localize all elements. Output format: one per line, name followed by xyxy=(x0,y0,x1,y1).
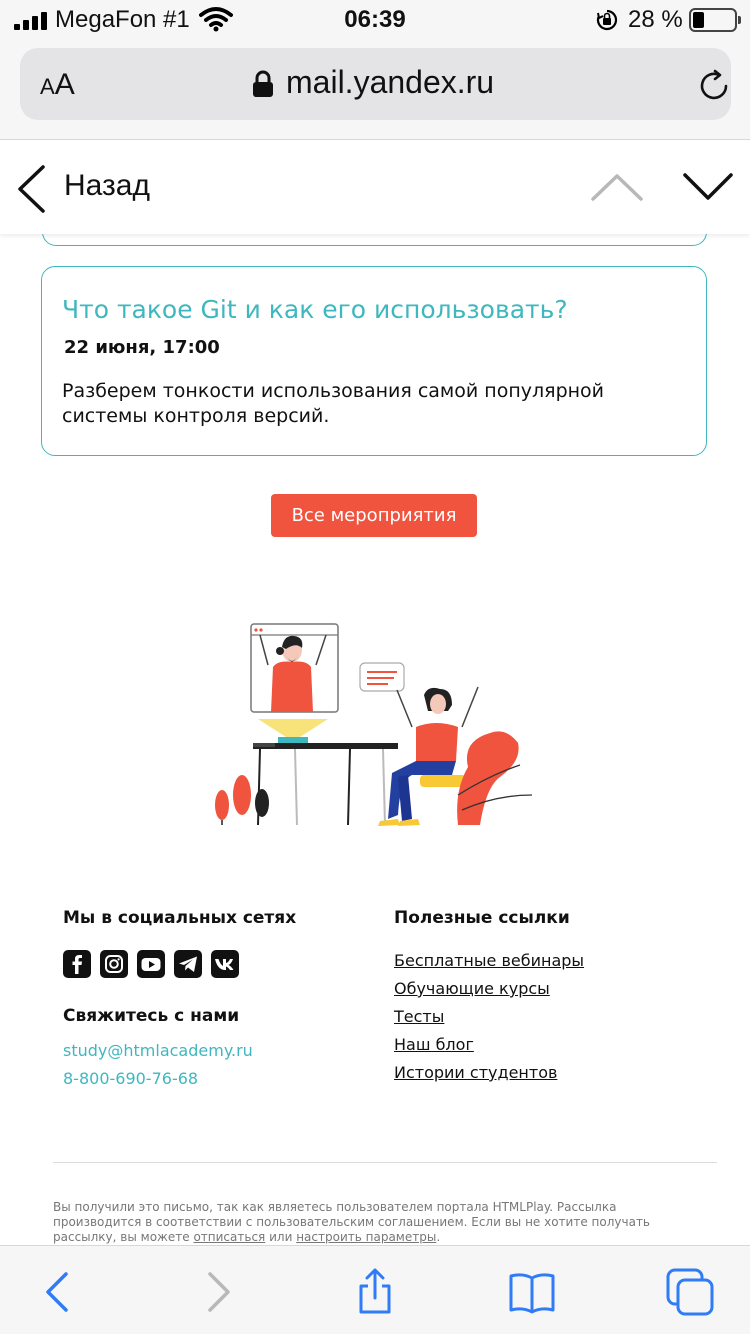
event-title[interactable]: Что такое Git и как его использовать? xyxy=(62,295,568,324)
contact-phone-link[interactable]: 8-800-690-76-68 xyxy=(63,1069,198,1088)
contact-email-link[interactable]: study@htmlacademy.ru xyxy=(63,1041,253,1060)
battery-percent: 28 % xyxy=(628,6,683,33)
legal-notice: Вы получили это письмо, так как являетес… xyxy=(53,1200,650,1244)
instagram-icon[interactable] xyxy=(100,950,128,978)
link-student-stories[interactable]: Истории студентов xyxy=(394,1063,557,1082)
reload-icon[interactable] xyxy=(696,68,732,104)
status-bar: MegaFon #1 06:39 28 % xyxy=(0,0,750,44)
browser-back-icon[interactable] xyxy=(34,1268,82,1316)
lock-icon xyxy=(253,70,273,97)
orientation-lock-icon xyxy=(596,9,618,31)
youtube-icon[interactable] xyxy=(137,950,165,978)
useful-links-heading: Полезные ссылки xyxy=(394,908,570,928)
footer-divider xyxy=(53,1162,717,1163)
settings-link[interactable]: настроить параметры xyxy=(296,1230,436,1244)
back-chevron-icon[interactable] xyxy=(16,165,46,213)
social-heading: Мы в социальных сетях xyxy=(63,908,297,928)
online-lesson-illustration xyxy=(215,623,533,826)
battery-icon xyxy=(689,8,741,32)
previous-message-chevron-icon[interactable] xyxy=(590,171,644,203)
browser-forward-icon[interactable] xyxy=(194,1268,242,1316)
link-courses[interactable]: Обучающие курсы xyxy=(394,979,550,998)
mail-navigation-bar: Назад xyxy=(0,141,750,234)
event-description: Разберем тонкости использования самой по… xyxy=(62,380,605,427)
link-blog[interactable]: Наш блог xyxy=(394,1035,474,1054)
link-tests[interactable]: Тесты xyxy=(394,1007,444,1026)
text-size-button[interactable]: AA xyxy=(40,68,75,102)
bookmarks-icon[interactable] xyxy=(508,1268,556,1316)
vk-icon[interactable] xyxy=(211,950,239,978)
next-message-chevron-icon[interactable] xyxy=(682,171,734,203)
all-events-button[interactable]: Все мероприятия xyxy=(271,494,477,537)
browser-address-area: AA mail.yandex.ru xyxy=(0,44,750,140)
unsubscribe-link[interactable]: отписаться xyxy=(193,1230,265,1244)
browser-toolbar xyxy=(0,1245,750,1334)
url-domain[interactable]: mail.yandex.ru xyxy=(286,64,494,101)
link-free-webinars[interactable]: Бесплатные вебинары xyxy=(394,951,584,970)
event-card: Что такое Git и как его использовать? 22… xyxy=(41,266,707,456)
address-bar[interactable]: AA mail.yandex.ru xyxy=(20,48,731,120)
contact-heading: Свяжитесь с нами xyxy=(63,1006,240,1026)
tabs-icon[interactable] xyxy=(666,1268,714,1316)
back-button[interactable]: Назад xyxy=(64,169,150,203)
event-date: 22 июня, 17:00 xyxy=(64,337,220,358)
facebook-icon[interactable] xyxy=(63,950,91,978)
telegram-icon[interactable] xyxy=(174,950,202,978)
share-icon[interactable] xyxy=(351,1268,399,1316)
